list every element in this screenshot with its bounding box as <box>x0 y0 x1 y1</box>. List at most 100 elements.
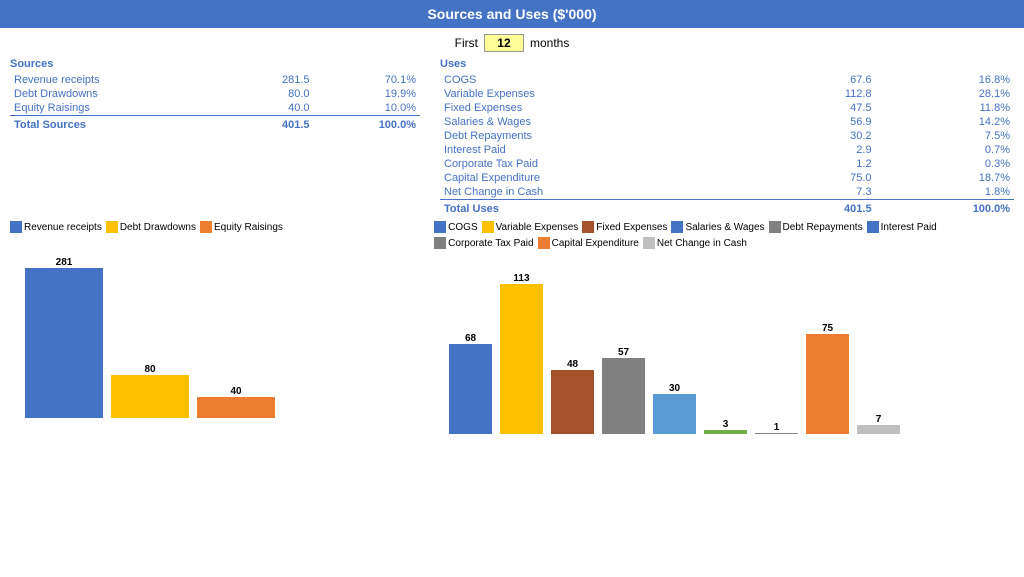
legend-swatch <box>643 237 655 249</box>
row-label: Corporate Tax Paid <box>440 157 767 171</box>
row-pct: 18.7% <box>876 171 1014 185</box>
row-value: 2.9 <box>767 143 876 157</box>
legend-label: Salaries & Wages <box>685 222 764 233</box>
row-pct: 16.8% <box>876 73 1014 87</box>
left-chart: 2818040 <box>10 238 290 428</box>
legend-swatch <box>482 221 494 233</box>
row-value: 67.6 <box>767 73 876 87</box>
uses-row: Debt Repayments30.27.5% <box>440 129 1014 143</box>
sources-total-pct: 100.0% <box>314 116 421 133</box>
row-pct: 70.1% <box>314 73 421 87</box>
left-legend: Revenue receipts Debt Drawdowns Equity Rai… <box>10 221 424 233</box>
uses-total-label: Total Uses <box>440 200 767 217</box>
legend-item: Fixed Expenses <box>582 221 667 233</box>
legend-item: Corporate Tax Paid <box>434 237 533 249</box>
row-value: 112.8 <box>767 87 876 101</box>
right-chart-container: COGS Variable ExpensesFixed Expenses Salar… <box>434 221 1014 447</box>
row-label: Equity Raisings <box>10 101 230 116</box>
row-label: Debt Repayments <box>440 129 767 143</box>
months-input[interactable] <box>484 34 524 52</box>
legend-label: Net Change in Cash <box>657 238 747 249</box>
bar <box>653 394 696 434</box>
legend-label: Corporate Tax Paid <box>448 238 533 249</box>
bar-value-label: 113 <box>514 273 531 284</box>
bar <box>111 375 189 418</box>
sources-total-label: Total Sources <box>10 116 230 133</box>
bar <box>25 268 103 418</box>
sources-row: Revenue receipts281.570.1% <box>10 73 420 87</box>
legend-item: Debt Repayments <box>769 221 863 233</box>
legend-label: Capital Expenditure <box>552 238 639 249</box>
row-pct: 19.9% <box>314 87 421 101</box>
uses-title: Uses <box>440 58 1014 70</box>
row-value: 80.0 <box>230 87 314 101</box>
sources-row: Equity Raisings40.010.0% <box>10 101 420 116</box>
row-label: Fixed Expenses <box>440 101 767 115</box>
row-value: 1.2 <box>767 157 876 171</box>
uses-total-row: Total Uses 401.5 100.0% <box>440 200 1014 217</box>
row-value: 7.3 <box>767 185 876 200</box>
uses-total-value: 401.5 <box>767 200 876 217</box>
row-value: 75.0 <box>767 171 876 185</box>
legend-swatch <box>582 221 594 233</box>
bar <box>500 284 543 434</box>
row-pct: 7.5% <box>876 129 1014 143</box>
uses-row: Variable Expenses112.828.1% <box>440 87 1014 101</box>
bar-value-label: 48 <box>567 359 579 370</box>
row-pct: 14.2% <box>876 115 1014 129</box>
bar-value-label: 3 <box>723 419 729 430</box>
row-label: Interest Paid <box>440 143 767 157</box>
legend-item: Debt Drawdowns <box>106 221 196 233</box>
row-pct: 11.8% <box>876 101 1014 115</box>
uses-row: Capital Expenditure75.018.7% <box>440 171 1014 185</box>
legend-swatch <box>538 237 550 249</box>
legend-item: Capital Expenditure <box>538 237 639 249</box>
legend-label: Equity Raisings <box>214 222 283 233</box>
bar <box>857 425 900 434</box>
bar-value-label: 30 <box>669 383 681 394</box>
row-pct: 28.1% <box>876 87 1014 101</box>
legend-label: Debt Repayments <box>783 222 863 233</box>
bar-value-label: 7 <box>876 414 882 425</box>
sources-total-row: Total Sources 401.5 100.0% <box>10 116 420 133</box>
uses-panel: Uses COGS67.616.8%Variable Expenses112.8… <box>440 58 1014 216</box>
row-pct: 0.7% <box>876 143 1014 157</box>
legend-swatch <box>671 221 683 233</box>
uses-row: Salaries & Wages56.914.2% <box>440 115 1014 129</box>
sources-table: Revenue receipts281.570.1%Debt Drawdowns… <box>10 73 420 132</box>
months-label: months <box>530 36 569 50</box>
bar <box>806 334 849 434</box>
row-pct: 0.3% <box>876 157 1014 171</box>
row-label: Net Change in Cash <box>440 185 767 200</box>
legend-item: Revenue receipts <box>10 221 102 233</box>
bar <box>197 397 275 418</box>
bar-value-label: 57 <box>618 347 630 358</box>
legend-label: COGS <box>448 222 477 233</box>
bar-value-label: 40 <box>230 386 242 397</box>
legend-item: Salaries & Wages <box>671 221 764 233</box>
row-value: 281.5 <box>230 73 314 87</box>
legend-item: Net Change in Cash <box>643 237 747 249</box>
uses-row: Corporate Tax Paid1.20.3% <box>440 157 1014 171</box>
left-chart-container: Revenue receipts Debt Drawdowns Equity Rai… <box>10 221 424 447</box>
bar <box>755 433 798 434</box>
uses-row: COGS67.616.8% <box>440 73 1014 87</box>
row-label: Capital Expenditure <box>440 171 767 185</box>
uses-row: Fixed Expenses47.511.8% <box>440 101 1014 115</box>
bar-value-label: 68 <box>465 333 477 344</box>
uses-row: Interest Paid2.90.7% <box>440 143 1014 157</box>
row-pct: 10.0% <box>314 101 421 116</box>
bar-value-label: 75 <box>822 323 834 334</box>
bar <box>602 358 645 434</box>
bar-value-label: 80 <box>144 364 156 375</box>
legend-swatch <box>769 221 781 233</box>
uses-table: COGS67.616.8%Variable Expenses112.828.1%… <box>440 73 1014 216</box>
legend-item: COGS <box>434 221 477 233</box>
row-label: Variable Expenses <box>440 87 767 101</box>
right-chart: 6811348573031757 <box>434 254 914 444</box>
legend-label: Variable Expenses <box>496 222 579 233</box>
sources-panel: Sources Revenue receipts281.570.1%Debt D… <box>10 58 420 216</box>
legend-swatch <box>200 221 212 233</box>
row-label: Salaries & Wages <box>440 115 767 129</box>
legend-swatch <box>10 221 22 233</box>
